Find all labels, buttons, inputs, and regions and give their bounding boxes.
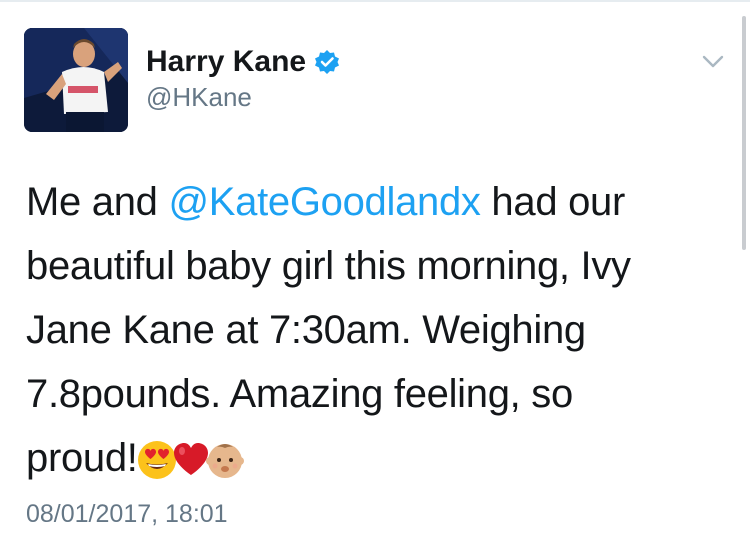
author-name-row[interactable]: Harry Kane (146, 42, 340, 82)
tweet-line: 7.8pounds. Amazing feeling, so (26, 372, 573, 416)
tweet-line: Jane Kane at 7:30am. Weighing (26, 308, 586, 352)
verified-badge-icon (315, 50, 340, 74)
mention-link[interactable]: @KateGoodlandx (168, 180, 480, 224)
chevron-down-icon[interactable] (700, 52, 726, 72)
avatar[interactable] (24, 28, 128, 132)
tweet-text-segment: proud! (26, 436, 138, 480)
tweet-line: beautiful baby girl this morning, Ivy (26, 244, 631, 288)
tweet-text-segment: had our (480, 180, 625, 224)
baby-emoji-icon (205, 444, 244, 478)
top-divider (0, 0, 750, 2)
scrollbar[interactable] (742, 16, 746, 250)
author-display-name[interactable]: Harry Kane (146, 45, 306, 79)
tweet-line: Me and @KateGoodlandx had our (26, 170, 716, 234)
avatar-image (24, 28, 128, 132)
tweet-text-segment: Me and (26, 180, 169, 224)
tweet-line: proud! (26, 426, 716, 490)
tweet-timestamp[interactable]: 08/01/2017, 18:01 (26, 500, 228, 529)
tweet-text: Me and @KateGoodlandx had our beautiful … (26, 170, 716, 490)
author-handle[interactable]: @HKane (146, 82, 252, 113)
